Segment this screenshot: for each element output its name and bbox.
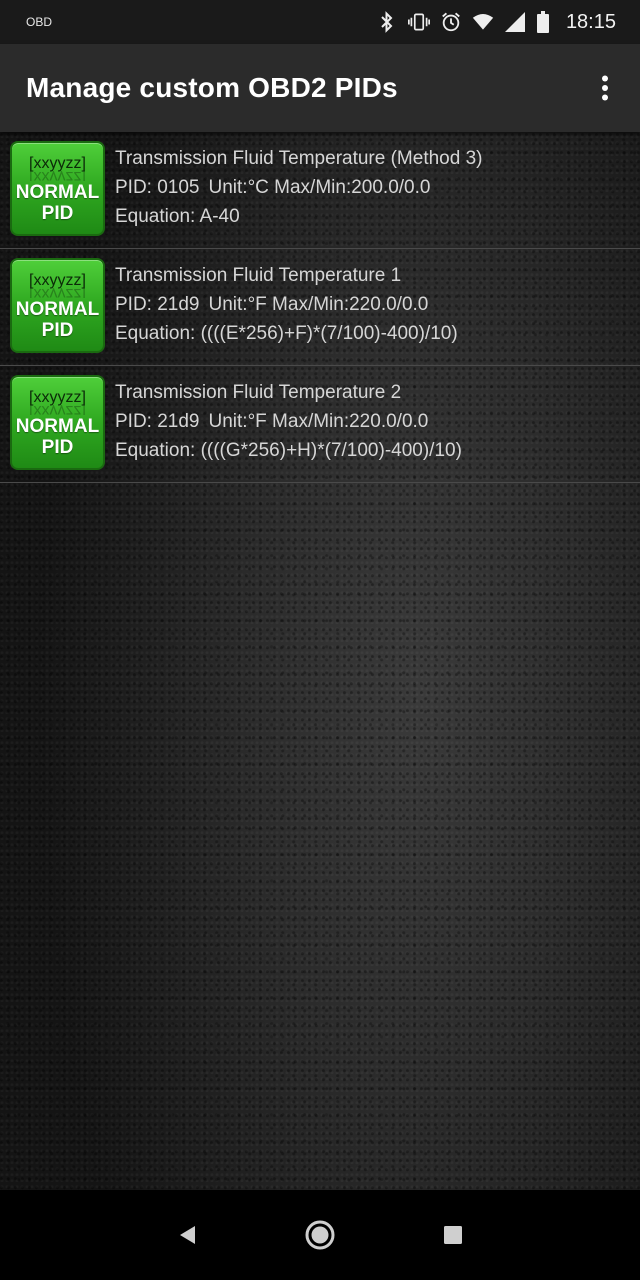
bluetooth-icon xyxy=(376,10,398,34)
pid-code: PID: 0105 xyxy=(115,177,200,198)
badge-type-line2: PID xyxy=(41,203,74,224)
badge-reflection: [xxyyzz] xyxy=(29,288,86,298)
pid-list-area: [xxyyzz] [xxyyzz] NORMAL PID Transmissio… xyxy=(0,132,640,1190)
pid-details: Transmission Fluid Temperature 1 PID: 21… xyxy=(115,258,458,348)
badge-reflection: [xxyyzz] xyxy=(29,405,86,415)
recents-icon[interactable] xyxy=(423,1205,483,1265)
pid-details: Transmission Fluid Temperature (Method 3… xyxy=(115,141,482,231)
pid-list: [xxyyzz] [xxyyzz] NORMAL PID Transmissio… xyxy=(0,132,640,483)
overflow-menu-icon[interactable] xyxy=(590,68,620,108)
badge-type-line2: PID xyxy=(41,320,74,341)
status-bar: OBD 18:15 xyxy=(0,0,640,44)
badge-type-line2: PID xyxy=(41,437,74,458)
app-bar: Manage custom OBD2 PIDs xyxy=(0,44,640,132)
badge-reflection: [xxyyzz] xyxy=(29,171,86,181)
navigation-bar xyxy=(0,1190,640,1280)
alarm-icon xyxy=(440,10,462,34)
pid-list-item[interactable]: [xxyyzz] [xxyyzz] NORMAL PID Transmissio… xyxy=(0,132,640,249)
wifi-icon xyxy=(472,10,494,34)
normal-pid-icon: [xxyyzz] [xxyyzz] NORMAL PID xyxy=(10,375,105,470)
pid-unit-range: Unit:°F Max/Min:220.0/0.0 xyxy=(208,411,429,432)
pid-unit-range: Unit:°C Max/Min:200.0/0.0 xyxy=(208,177,431,198)
vibrate-icon xyxy=(407,10,430,34)
page-title: Manage custom OBD2 PIDs xyxy=(26,72,398,103)
status-time: 18:15 xyxy=(565,10,616,33)
battery-icon xyxy=(536,10,550,34)
pid-info: PID: 0105 Unit:°C Max/Min:200.0/0.0 xyxy=(115,173,482,202)
status-app-label: OBD xyxy=(26,15,53,29)
signal-icon xyxy=(504,10,526,34)
badge-type: NORMAL PID xyxy=(16,299,99,341)
pid-code: PID: 21d9 xyxy=(115,294,200,315)
pid-equation: Equation: ((((E*256)+F)*(7/100)-400)/10) xyxy=(115,323,458,344)
badge-type: NORMAL PID xyxy=(16,182,99,224)
pid-details: Transmission Fluid Temperature 2 PID: 21… xyxy=(115,375,462,465)
pid-equation: Equation: ((((G*256)+H)*(7/100)-400)/10) xyxy=(115,440,462,461)
pid-name: Transmission Fluid Temperature 2 xyxy=(115,382,402,403)
pid-info: PID: 21d9 Unit:°F Max/Min:220.0/0.0 xyxy=(115,407,462,436)
back-icon[interactable] xyxy=(157,1205,217,1265)
status-icons: 18:15 xyxy=(376,0,616,44)
pid-list-item[interactable]: [xxyyzz] [xxyyzz] NORMAL PID Transmissio… xyxy=(0,366,640,483)
pid-info: PID: 21d9 Unit:°F Max/Min:220.0/0.0 xyxy=(115,290,458,319)
pid-name: Transmission Fluid Temperature (Method 3… xyxy=(115,148,483,169)
pid-equation: Equation: A-40 xyxy=(115,206,240,227)
badge-type-line1: NORMAL xyxy=(15,299,100,320)
normal-pid-icon: [xxyyzz] [xxyyzz] NORMAL PID xyxy=(10,141,105,236)
badge-type-line1: NORMAL xyxy=(15,182,100,203)
pid-code: PID: 21d9 xyxy=(115,411,200,432)
pid-name: Transmission Fluid Temperature 1 xyxy=(115,265,402,286)
pid-list-item[interactable]: [xxyyzz] [xxyyzz] NORMAL PID Transmissio… xyxy=(0,249,640,366)
normal-pid-icon: [xxyyzz] [xxyyzz] NORMAL PID xyxy=(10,258,105,353)
badge-type: NORMAL PID xyxy=(16,416,99,458)
home-icon[interactable] xyxy=(290,1205,350,1265)
badge-type-line1: NORMAL xyxy=(15,416,100,437)
pid-unit-range: Unit:°F Max/Min:220.0/0.0 xyxy=(208,294,429,315)
